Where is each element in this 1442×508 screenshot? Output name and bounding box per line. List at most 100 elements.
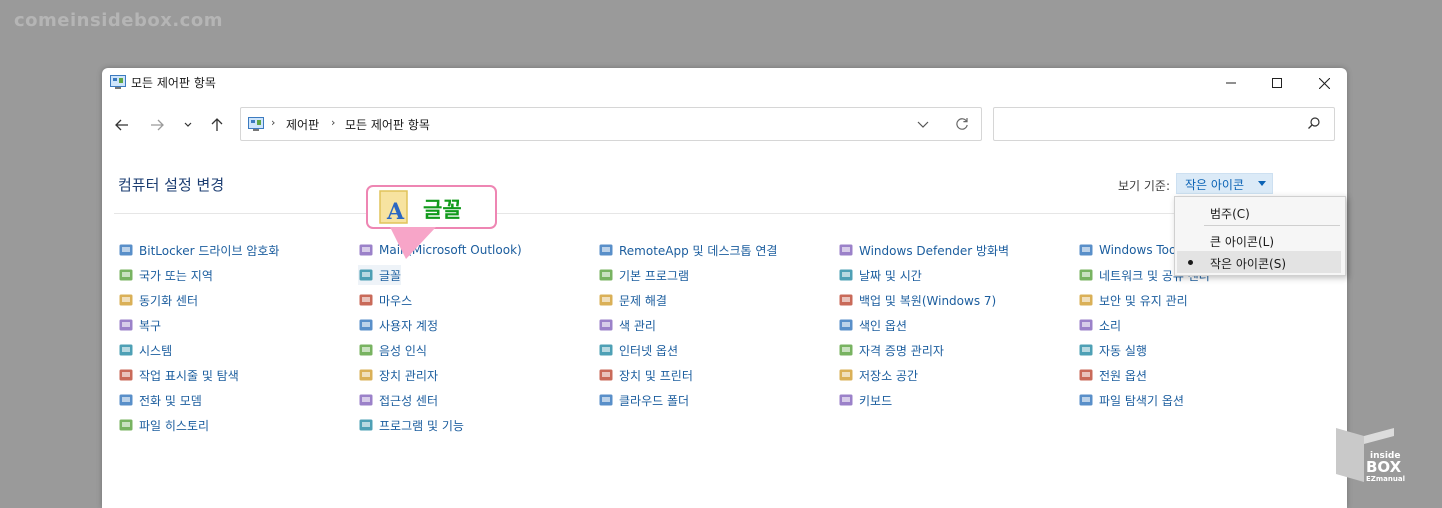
chevron-down-icon	[917, 121, 929, 128]
user-accounts-icon	[359, 319, 373, 331]
control-panel-item[interactable]: 보안 및 유지 관리	[1078, 290, 1188, 310]
refresh-button[interactable]	[955, 116, 969, 135]
control-panel-item-label: 백업 및 복원(Windows 7)	[859, 293, 997, 308]
region-icon	[119, 269, 133, 281]
maximize-button[interactable]	[1254, 68, 1300, 98]
control-panel-item[interactable]: Windows Defender 방화벽	[838, 240, 1009, 260]
control-panel-item[interactable]: 소리	[1078, 315, 1121, 335]
storage-spaces-icon	[839, 369, 853, 381]
control-panel-item[interactable]: 파일 탐색기 옵션	[1078, 390, 1184, 410]
arrow-left-icon	[115, 119, 128, 131]
control-panel-item[interactable]: 사용자 계정	[358, 315, 438, 335]
view-by-dropdown[interactable]: 작은 아이콘	[1176, 173, 1273, 194]
breadcrumb-all-items[interactable]: 모든 제어판 항목	[345, 116, 430, 133]
control-panel-item-label: 프로그램 및 기능	[379, 418, 464, 433]
control-panel-item[interactable]: 글꼴	[358, 265, 402, 285]
control-panel-item[interactable]: 마우스	[358, 290, 412, 310]
control-panel-item[interactable]: Mail (Microsoft Outlook)	[358, 240, 522, 260]
indexing-icon	[839, 319, 853, 331]
callout-label: 글꼴	[423, 198, 462, 222]
callout-pointer	[390, 227, 436, 259]
control-panel-item-label: 보안 및 유지 관리	[1099, 293, 1188, 308]
control-panel-item-label: 소리	[1099, 318, 1122, 333]
file-history-icon	[119, 419, 133, 431]
control-panel-item[interactable]: 시스템	[118, 340, 172, 360]
insidebox-logo: inside BOX EZmanual	[1336, 428, 1405, 483]
control-panel-item[interactable]: 인터넷 옵션	[598, 340, 678, 360]
control-panel-item[interactable]: 국가 또는 지역	[118, 265, 213, 285]
menu-item-large-icons[interactable]: 큰 아이콘(L)	[1175, 229, 1341, 251]
radio-dot-icon	[1188, 260, 1193, 265]
power-icon	[1079, 369, 1093, 381]
control-panel-item[interactable]: RemoteApp 및 데스크톱 연결	[598, 240, 777, 260]
minimize-button[interactable]	[1208, 68, 1254, 98]
control-panel-item[interactable]: 장치 및 프린터	[598, 365, 693, 385]
control-panel-item-label: 작업 표시줄 및 탐색	[139, 368, 239, 383]
breadcrumb-control-panel[interactable]: 제어판	[286, 116, 319, 133]
search-input[interactable]	[993, 107, 1335, 141]
control-panel-item-label: 전화 및 모뎀	[139, 393, 202, 408]
network-icon	[1079, 269, 1093, 281]
control-panel-item[interactable]: 기본 프로그램	[598, 265, 689, 285]
forward-button[interactable]	[145, 115, 169, 135]
address-history-button[interactable]	[917, 116, 929, 135]
bitlocker-icon	[119, 244, 133, 256]
view-by-value: 작은 아이콘	[1185, 178, 1245, 192]
control-panel-item[interactable]: 백업 및 복원(Windows 7)	[838, 290, 996, 310]
menu-separator	[1204, 225, 1340, 226]
control-panel-item[interactable]: BitLocker 드라이브 암호화	[118, 240, 279, 260]
control-panel-item[interactable]: 전화 및 모뎀	[118, 390, 202, 410]
back-button[interactable]	[110, 115, 134, 135]
menu-item-category[interactable]: 범주(C)	[1175, 201, 1341, 223]
caret-down-icon	[1258, 181, 1266, 186]
control-panel-item[interactable]: 자동 실행	[1078, 340, 1147, 360]
sound-icon	[1079, 319, 1093, 331]
control-panel-item[interactable]: 파일 히스토리	[118, 415, 209, 435]
control-panel-item[interactable]: 작업 표시줄 및 탐색	[118, 365, 239, 385]
control-panel-item-label: 장치 및 프린터	[619, 368, 693, 383]
control-panel-item[interactable]: 프로그램 및 기능	[358, 415, 464, 435]
recent-locations-button[interactable]	[176, 115, 200, 135]
control-panel-item[interactable]: 복구	[118, 315, 161, 335]
mail-icon	[359, 244, 373, 256]
title-bar[interactable]: 모든 제어판 항목	[102, 68, 1347, 98]
control-panel-item[interactable]: 장치 관리자	[358, 365, 438, 385]
programs-icon	[359, 419, 373, 431]
control-panel-item-label: 파일 히스토리	[139, 418, 210, 433]
divider	[114, 213, 1339, 214]
control-panel-item-label: 색 관리	[619, 318, 656, 333]
svg-text:A: A	[386, 199, 405, 224]
control-panel-item[interactable]: 동기화 센터	[118, 290, 198, 310]
view-by-label: 보기 기준:	[1118, 179, 1171, 193]
mouse-icon	[359, 294, 373, 306]
address-bar[interactable]: › 제어판 › 모든 제어판 항목	[240, 107, 982, 141]
control-panel-item[interactable]: 색인 옵션	[838, 315, 907, 335]
navigation-bar: › 제어판 › 모든 제어판 항목	[102, 106, 1347, 142]
control-panel-item[interactable]: Windows Tools	[1078, 240, 1186, 260]
up-button[interactable]	[205, 115, 229, 135]
control-panel-item-label: Windows Defender 방화벽	[859, 243, 1010, 258]
control-panel-item[interactable]: 접근성 센터	[358, 390, 438, 410]
remoteapp-icon	[599, 244, 613, 256]
close-button[interactable]	[1301, 68, 1347, 98]
control-panel-item-label: 전원 옵션	[1099, 368, 1147, 383]
control-panel-item[interactable]: 저장소 공간	[838, 365, 918, 385]
control-panel-item[interactable]: 색 관리	[598, 315, 656, 335]
control-panel-item[interactable]: 날짜 및 시간	[838, 265, 922, 285]
control-panel-item[interactable]: 음성 인식	[358, 340, 427, 360]
chevron-down-icon	[184, 122, 192, 127]
control-panel-item[interactable]: 전원 옵션	[1078, 365, 1147, 385]
control-panel-item-label: 색인 옵션	[859, 318, 907, 333]
control-panel-item[interactable]: 키보드	[838, 390, 892, 410]
chevron-right-icon: ›	[271, 116, 276, 129]
backup-icon	[839, 294, 853, 306]
control-panel-item[interactable]: 자격 증명 관리자	[838, 340, 944, 360]
speech-icon	[359, 344, 373, 356]
menu-item-small-icons[interactable]: 작은 아이콘(S)	[1177, 251, 1341, 273]
control-panel-item[interactable]: 문제 해결	[598, 290, 667, 310]
device-manager-icon	[359, 369, 373, 381]
control-panel-item[interactable]: 클라우드 폴더	[598, 390, 689, 410]
sync-center-icon	[119, 294, 133, 306]
control-panel-item-label: 인터넷 옵션	[619, 343, 679, 358]
control-panel-item-label: 음성 인식	[379, 343, 427, 358]
